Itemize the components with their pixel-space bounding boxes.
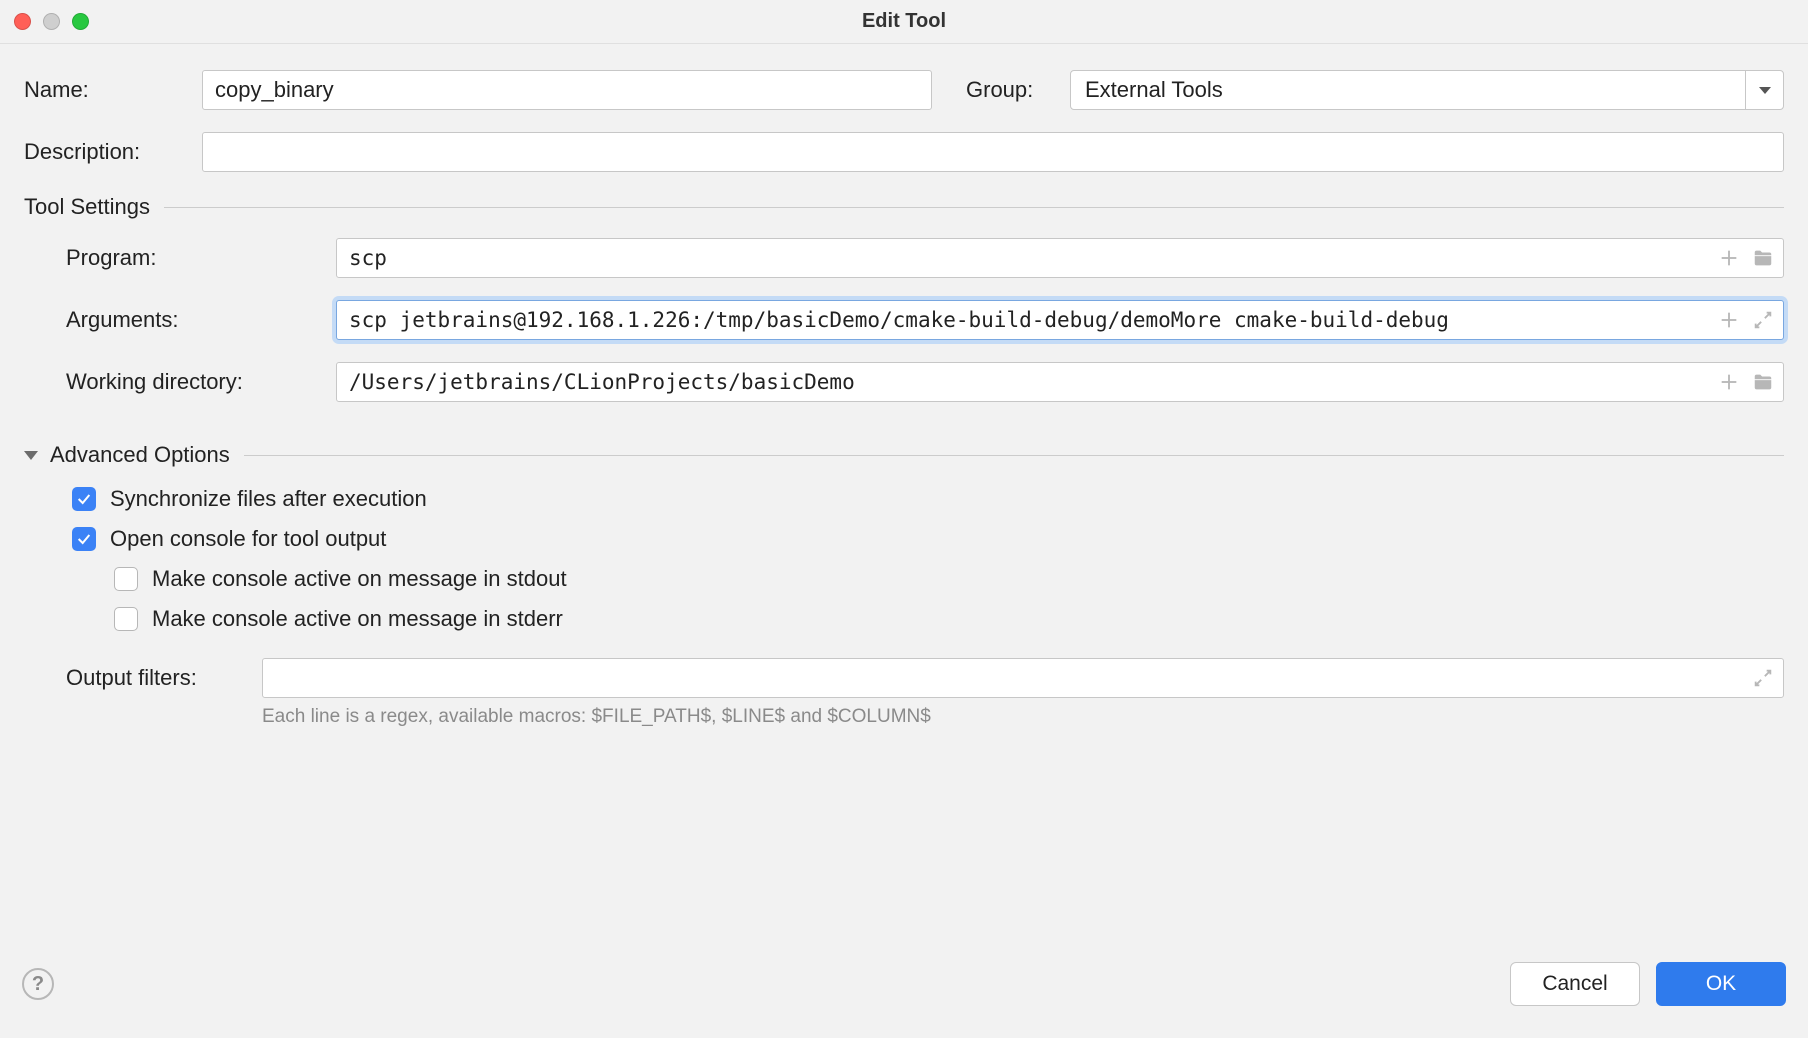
- divider: [244, 455, 1784, 456]
- insert-macro-icon[interactable]: [1718, 309, 1740, 331]
- output-filters-input[interactable]: [262, 658, 1784, 698]
- output-filters-label: Output filters:: [66, 665, 262, 691]
- stdout-active-label: Make console active on message in stdout: [152, 566, 567, 592]
- open-console-label: Open console for tool output: [110, 526, 386, 552]
- help-button[interactable]: ?: [22, 968, 54, 1000]
- dialog-footer: ? Cancel OK: [0, 950, 1808, 1038]
- dialog-content: Name: Group: External Tools Description:…: [0, 44, 1808, 950]
- disclosure-triangle-icon: [24, 451, 38, 460]
- program-input-field[interactable]: [349, 243, 1703, 273]
- program-label: Program:: [66, 245, 336, 271]
- browse-folder-icon[interactable]: [1752, 371, 1774, 393]
- cancel-button[interactable]: Cancel: [1510, 962, 1640, 1006]
- browse-folder-icon[interactable]: [1752, 247, 1774, 269]
- arguments-input-field[interactable]: [349, 305, 1703, 335]
- name-input-field[interactable]: [215, 75, 919, 105]
- program-input[interactable]: [336, 238, 1784, 278]
- description-input[interactable]: [202, 132, 1784, 172]
- chevron-down-icon: [1759, 87, 1771, 94]
- open-console-checkbox[interactable]: [72, 527, 96, 551]
- advanced-options-body: Synchronize files after execution Open c…: [72, 486, 1784, 728]
- description-label: Description:: [24, 139, 202, 165]
- group-dropdown-button[interactable]: [1745, 71, 1783, 109]
- tool-settings-header: Tool Settings: [24, 194, 1784, 220]
- name-input[interactable]: [202, 70, 932, 110]
- window-title: Edit Tool: [0, 10, 1808, 33]
- output-filters-hint: Each line is a regex, available macros: …: [262, 706, 1784, 728]
- insert-macro-icon[interactable]: [1718, 247, 1740, 269]
- output-filters-input-field[interactable]: [275, 663, 1739, 693]
- advanced-options-header[interactable]: Advanced Options: [24, 442, 1784, 468]
- description-input-field[interactable]: [215, 137, 1771, 167]
- name-label: Name:: [24, 77, 202, 103]
- group-label: Group:: [966, 77, 1070, 103]
- insert-macro-icon[interactable]: [1718, 371, 1740, 393]
- tool-settings-title: Tool Settings: [24, 194, 150, 220]
- titlebar: Edit Tool: [0, 0, 1808, 44]
- arguments-label: Arguments:: [66, 307, 336, 333]
- working-directory-label: Working directory:: [66, 369, 336, 395]
- group-dropdown[interactable]: External Tools: [1070, 70, 1784, 110]
- synchronize-files-label: Synchronize files after execution: [110, 486, 427, 512]
- tool-settings-grid: Program: Arguments:: [66, 238, 1784, 402]
- expand-field-icon[interactable]: [1752, 667, 1774, 689]
- edit-tool-dialog: Edit Tool Name: Group: External Tools De…: [0, 0, 1808, 1038]
- advanced-options-title: Advanced Options: [50, 442, 230, 468]
- stderr-active-label: Make console active on message in stderr: [152, 606, 563, 632]
- working-directory-input[interactable]: [336, 362, 1784, 402]
- group-dropdown-value: External Tools: [1085, 77, 1745, 103]
- synchronize-files-checkbox[interactable]: [72, 487, 96, 511]
- ok-button[interactable]: OK: [1656, 962, 1786, 1006]
- stderr-active-checkbox[interactable]: [114, 607, 138, 631]
- working-directory-input-field[interactable]: [349, 367, 1703, 397]
- divider: [164, 207, 1784, 208]
- stdout-active-checkbox[interactable]: [114, 567, 138, 591]
- arguments-input[interactable]: [336, 300, 1784, 340]
- expand-field-icon[interactable]: [1752, 309, 1774, 331]
